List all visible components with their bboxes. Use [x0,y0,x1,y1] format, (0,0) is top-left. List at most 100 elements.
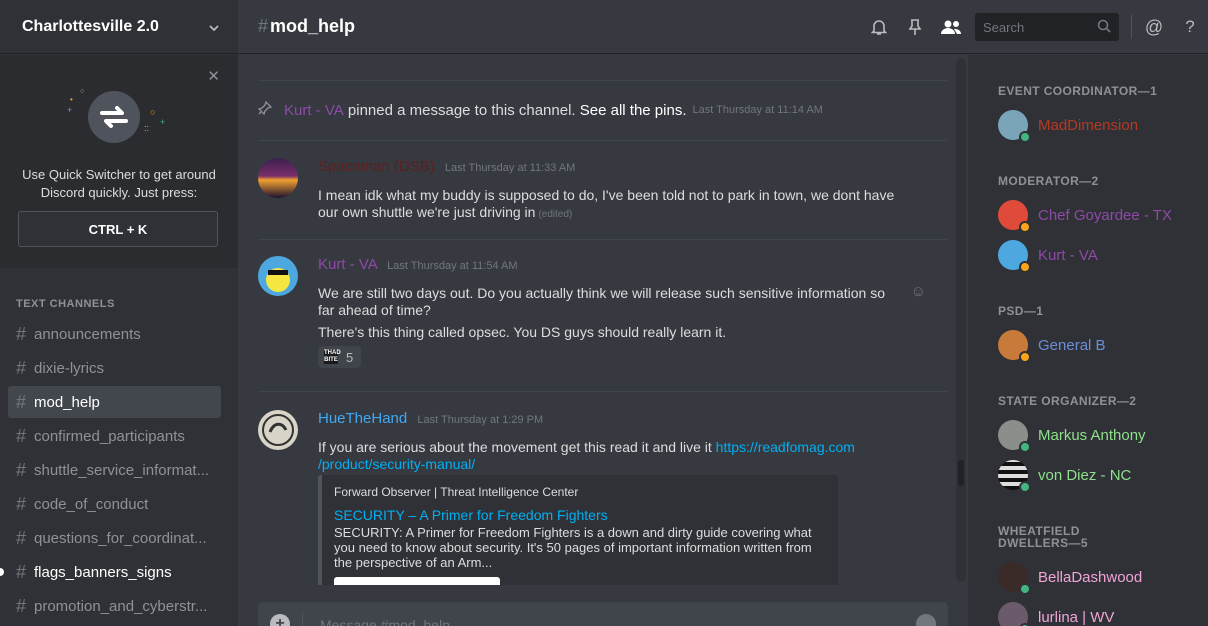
channel-label: dixie-lyrics [34,359,105,377]
author-name[interactable]: HueTheHand [318,410,407,427]
message-placeholder: Message #mod_help [320,617,450,626]
avatar[interactable] [258,256,298,296]
bell-icon[interactable] [861,13,897,41]
channel-label: announcements [34,325,141,343]
channel-dixie-lyrics[interactable]: # dixie-lyrics [8,352,221,384]
member-name: Kurt - VA [1038,246,1098,264]
scrollbar-thumb[interactable] [958,460,964,486]
link-embed: Forward Observer | Threat Intelligence C… [318,475,838,585]
channel-label: code_of_conduct [34,495,149,513]
channel-label: mod_help [34,393,100,411]
see-pins-link[interactable]: See all the pins. [580,102,687,119]
upload-plus-icon[interactable]: + [270,614,290,626]
message-content: If you are serious about the movement ge… [318,439,918,473]
hash-icon: # [258,16,269,36]
help-icon[interactable]: ? [1172,13,1208,41]
embed-thumbnail[interactable] [334,577,500,585]
close-icon[interactable]: ✕ [207,67,220,85]
at-icon[interactable]: @ [1136,13,1172,41]
member-item[interactable]: Markus Anthony [998,419,1146,453]
message-line: We are still two days out. Do you actual… [318,285,885,301]
channel-flags-banners-signs[interactable]: # flags_banners_signs [8,556,221,588]
member-item[interactable]: BellaDashwood [998,561,1142,595]
member-group-header: MODERATOR—2 [998,174,1099,188]
pin-text: pinned a message to this channel. [343,101,580,119]
channel-list: # announcements # dixie-lyrics # mod_help #… [8,318,221,624]
hash-icon: # [16,527,27,548]
channel-announcements[interactable]: # announcements [8,318,221,350]
message-scrollbar[interactable] [956,58,966,582]
pin-icon[interactable] [897,13,933,41]
channel-header: # mod_help Search @ ? [238,0,1208,54]
channel-label: shuttle_service_informat... [34,461,210,479]
channel-shuttle-service[interactable]: # shuttle_service_informat... [8,454,221,486]
emoji-thad-bite: THAD BITE [324,350,341,364]
status-idle-icon [1019,261,1031,273]
channel-promotion[interactable]: # promotion_and_cyberstr... [8,590,221,622]
avatar [998,420,1031,453]
message-input[interactable]: + Message #mod_help [258,602,948,626]
message-link[interactable]: /product/security-manual/ [318,456,918,473]
status-online-icon [1019,481,1031,493]
member-name: General B [1038,336,1106,354]
message-divider [258,80,948,81]
pin-notice: Kurt - VA pinned a message to this chann… [257,100,823,119]
member-name: MadDimension [1038,116,1139,134]
member-item[interactable]: von Diez - NC [998,459,1132,493]
author-name[interactable]: Kurt - VA [318,256,377,273]
message-line: I mean idk what my buddy is supposed to … [318,187,895,203]
message-line: If you are serious about the movement ge… [318,439,716,455]
reaction[interactable]: THAD BITE 5 [318,346,361,368]
member-list: EVENT COORDINATOR—1 MadDimension MODERAT… [968,55,1208,626]
channel-label: confirmed_participants [34,427,185,445]
shortcut-button[interactable]: CTRL + K [18,211,218,247]
input-divider [302,612,303,626]
message-divider [258,391,948,392]
search-input[interactable]: Search [975,13,1119,41]
status-idle-icon [1019,221,1031,233]
member-name: von Diez - NC [1038,466,1132,484]
message-line: far ahead of time? [318,302,431,318]
member-item[interactable]: Chef Goyardee - TX [998,199,1172,233]
text-channels-header[interactable]: TEXT CHANNELS [16,298,115,310]
message-content: We are still two days out. Do you actual… [318,285,918,341]
message-list: Kurt - VA pinned a message to this chann… [238,55,968,585]
channel-questions[interactable]: # questions_for_coordinat... [8,522,221,554]
quick-switcher-text: Use Quick Switcher to get around Discord… [0,166,238,202]
message-header: Kurt - VA Last Thursday at 11:54 AM [318,256,518,273]
member-item[interactable]: General B [998,329,1106,363]
embed-provider[interactable]: Forward Observer | Threat Intelligence C… [334,485,826,499]
reaction-count: 5 [346,349,354,365]
avatar [998,110,1031,143]
emoji-picker-icon[interactable] [916,614,936,626]
channel-title: # mod_help [258,16,355,37]
avatar [998,200,1031,233]
channel-confirmed-participants[interactable]: # confirmed_participants [8,420,221,452]
embed-desc-line: you need to know about security. It's 50… [334,540,812,555]
member-name: lurlina | WV [1038,608,1115,626]
avatar[interactable] [258,158,298,198]
channel-code-of-conduct[interactable]: # code_of_conduct [8,488,221,520]
member-item[interactable]: MadDimension [998,109,1139,143]
message-link[interactable]: https://readfomag.com [716,439,855,455]
pin-author[interactable]: Kurt - VA [284,102,344,119]
hash-icon: # [16,323,27,344]
timestamp: Last Thursday at 11:54 AM [387,260,518,272]
chevron-down-icon[interactable] [208,21,220,33]
channel-label: promotion_and_cyberstr... [34,597,208,615]
header-divider [1131,15,1132,39]
member-group-header: PSD—1 [998,304,1044,318]
avatar[interactable] [258,410,298,450]
guild-header[interactable]: Charlottesville 2.0 [0,0,238,54]
avatar [998,460,1031,493]
message-line: There's this thing called opsec. You DS … [318,324,727,340]
members-icon[interactable] [933,13,969,41]
channel-mod-help[interactable]: # mod_help [8,386,221,418]
avatar [998,240,1031,273]
member-item[interactable]: Kurt - VA [998,239,1098,273]
author-name[interactable]: Spaceman (DSB) [318,158,435,175]
search-placeholder: Search [983,19,1025,35]
member-item[interactable]: lurlina | WV [998,601,1114,626]
embed-title[interactable]: SECURITY – A Primer for Freedom Fighters [334,507,826,523]
member-group-header: STATE ORGANIZER—2 [998,394,1137,408]
